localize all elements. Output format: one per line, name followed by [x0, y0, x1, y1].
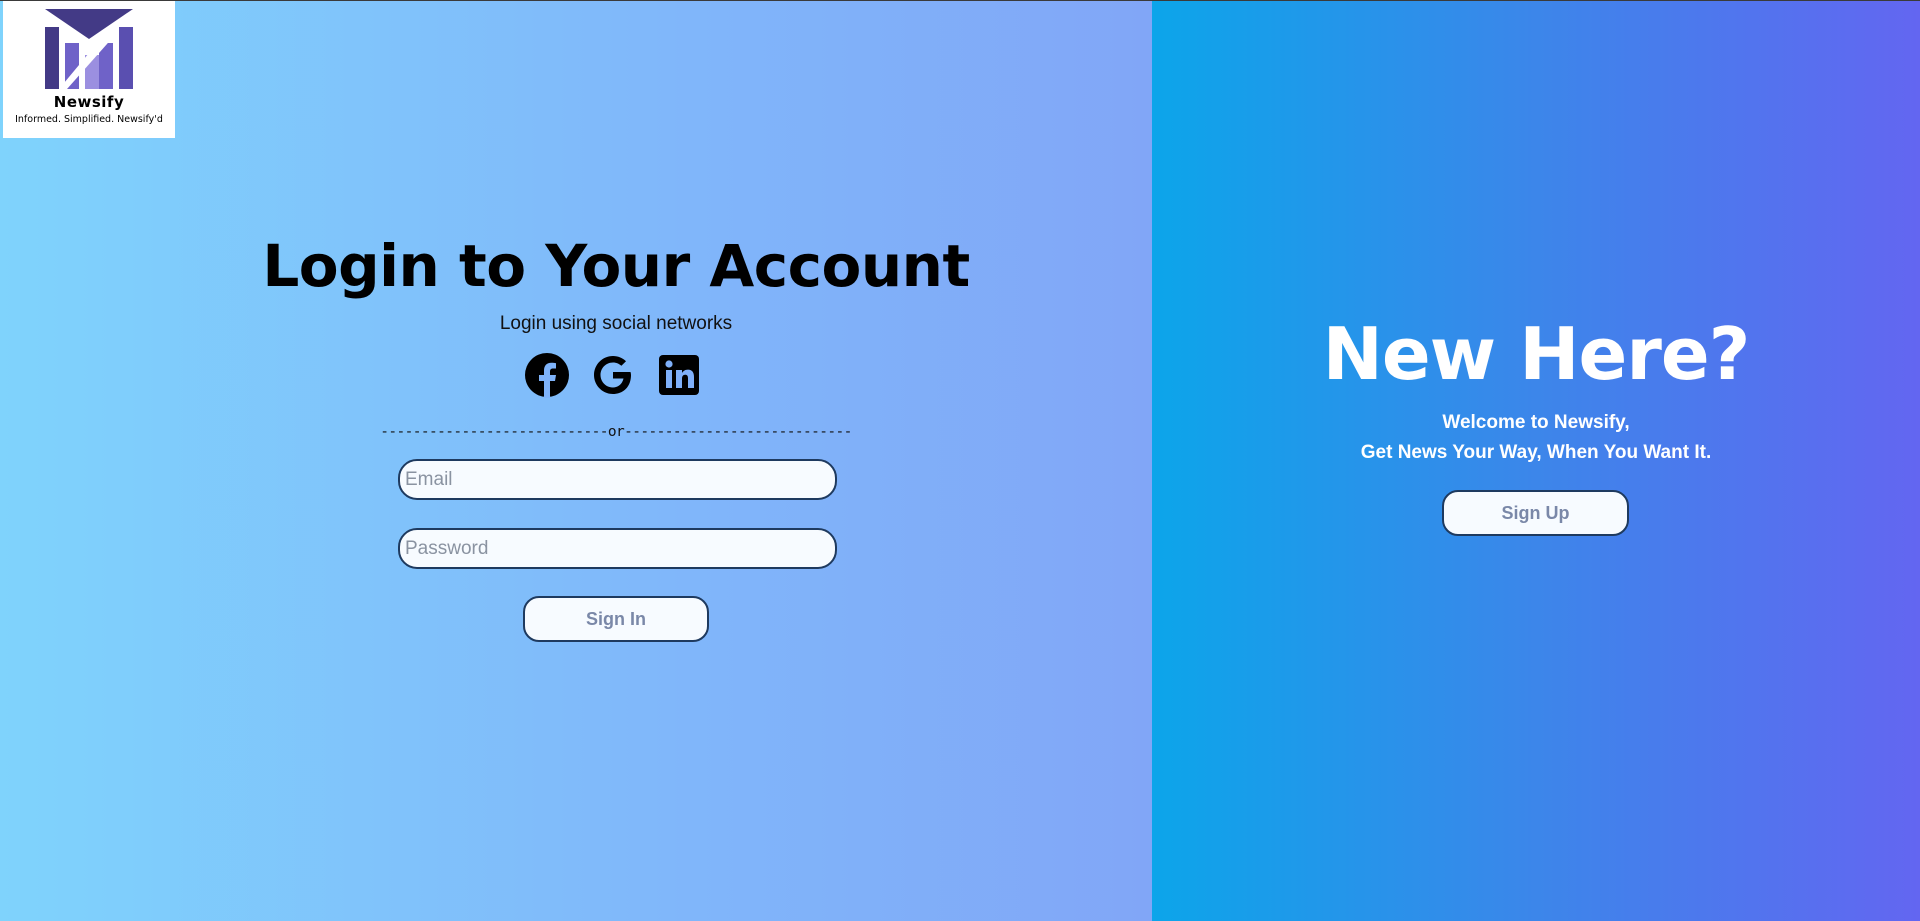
facebook-icon[interactable]	[524, 352, 570, 398]
login-title: Login to Your Account	[262, 232, 970, 300]
linkedin-icon[interactable]	[656, 352, 702, 398]
welcome-line-2: Get News Your Way, When You Want It.	[1360, 442, 1712, 463]
new-here-title: New Here?	[1322, 312, 1751, 396]
sign-in-button[interactable]: Sign In	[523, 596, 709, 642]
google-icon[interactable]	[590, 352, 636, 398]
brand-tagline: Informed. Simplified. Newsify'd	[15, 114, 163, 125]
social-login-buttons	[524, 352, 702, 398]
or-divider: ----------------------------or----------…	[380, 424, 852, 440]
newsify-logo-icon	[45, 9, 133, 89]
password-field[interactable]	[398, 528, 837, 569]
brand-logo[interactable]: Newsify Informed. Simplified. Newsify'd	[3, 1, 175, 138]
social-login-text: Login using social networks	[499, 313, 733, 334]
brand-name: Newsify	[53, 93, 125, 111]
sign-up-button[interactable]: Sign Up	[1442, 490, 1629, 536]
email-field[interactable]	[398, 459, 837, 500]
welcome-line-1: Welcome to Newsify,	[1442, 412, 1630, 433]
welcome-message: Welcome to Newsify, Get News Your Way, W…	[1152, 408, 1920, 468]
